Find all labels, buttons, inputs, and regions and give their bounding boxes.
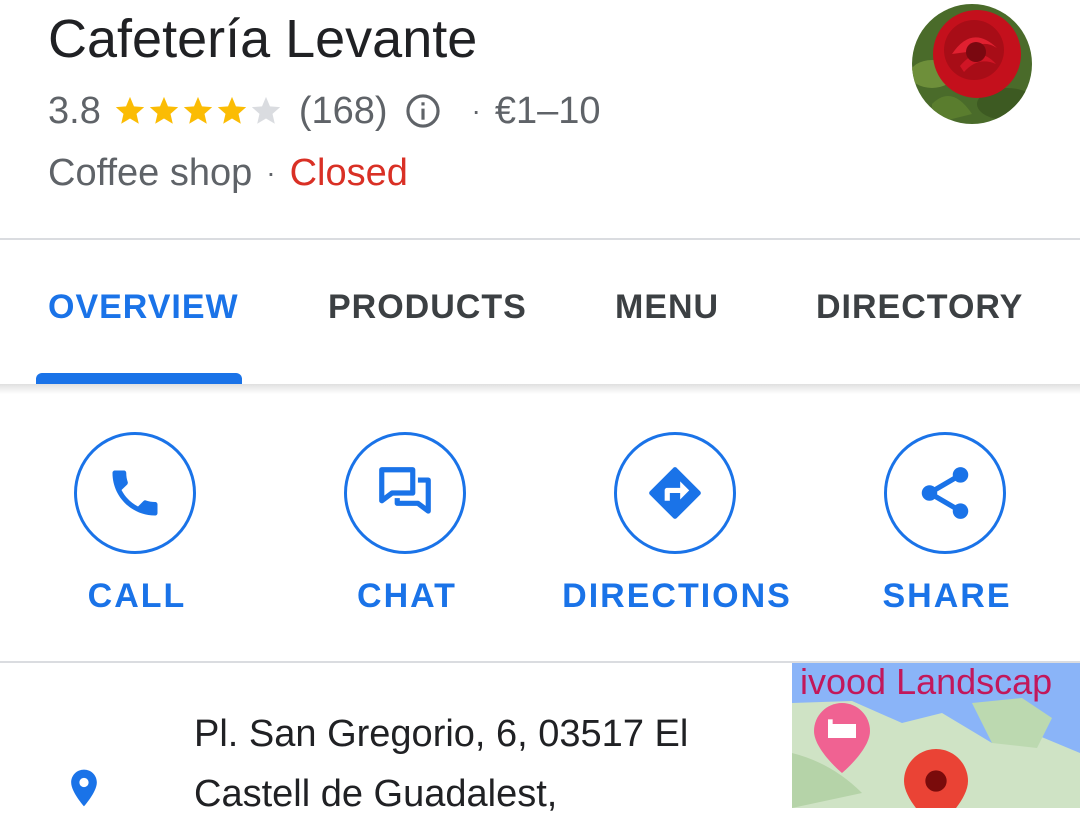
tab-directory[interactable]: DIRECTORY [816,288,1023,327]
share-button[interactable]: SHARE [817,432,1077,632]
category-row: Coffee shop · Closed [48,150,408,196]
address-text[interactable]: Pl. San Gregorio, 6, 03517 El Castell de… [194,704,754,824]
star-icon [115,96,144,124]
share-button-circle [884,432,1006,554]
share-icon [921,467,969,519]
hotel-marker-icon[interactable] [814,703,870,773]
price-range: €1–10 [494,89,601,132]
location-marker-icon[interactable] [904,749,968,808]
star-rating [113,94,283,128]
category: Coffee shop [48,151,253,194]
call-button[interactable]: CALL [7,432,267,632]
star-icon [183,96,212,124]
place-photo-avatar[interactable] [912,4,1032,124]
tab-overview[interactable]: OVERVIEW [48,288,239,327]
tab-menu[interactable]: MENU [615,288,719,327]
info-icon[interactable] [404,92,442,130]
place-header: Cafetería Levante 3.8 (168) · €1–10 Coff… [0,0,1080,240]
place-title: Cafetería Levante [48,9,478,69]
rose-photo [912,4,1032,124]
review-count[interactable]: (168) [299,90,388,133]
tab-products[interactable]: PRODUCTS [328,288,527,327]
directions-button[interactable]: DIRECTIONS [547,432,807,632]
directions-icon [649,467,701,519]
map-place-label: ivood Landscap [800,663,1053,702]
action-buttons: CALL CHAT DIRECTIONS SHARE [0,394,1080,662]
chat-icon [379,467,431,514]
location-pin-icon [71,769,97,807]
open-status: Closed [289,151,408,194]
separator-dot: · [266,157,276,188]
chat-button-circle [344,432,466,554]
share-label: SHARE [882,577,1012,615]
directions-button-circle [614,432,736,554]
star-icon [149,96,178,124]
active-tab-indicator [36,373,242,384]
directions-label: DIRECTIONS [562,577,792,615]
rating-row[interactable]: 3.8 (168) · €1–10 [48,88,601,134]
phone-icon [112,470,158,516]
tab-bar: OVERVIEW PRODUCTS MENU DIRECTORY [0,240,1080,384]
chat-label: CHAT [357,577,457,615]
call-button-circle [74,432,196,554]
tab-bar-shadow [0,384,1080,394]
separator-dot: · [471,95,481,126]
rating-value: 3.8 [48,89,101,132]
star-icon [217,96,246,124]
map-preview[interactable]: ivood Landscap [792,663,1080,808]
call-label: CALL [87,577,187,615]
chat-button[interactable]: CHAT [277,432,537,632]
star-empty-icon [251,96,280,124]
